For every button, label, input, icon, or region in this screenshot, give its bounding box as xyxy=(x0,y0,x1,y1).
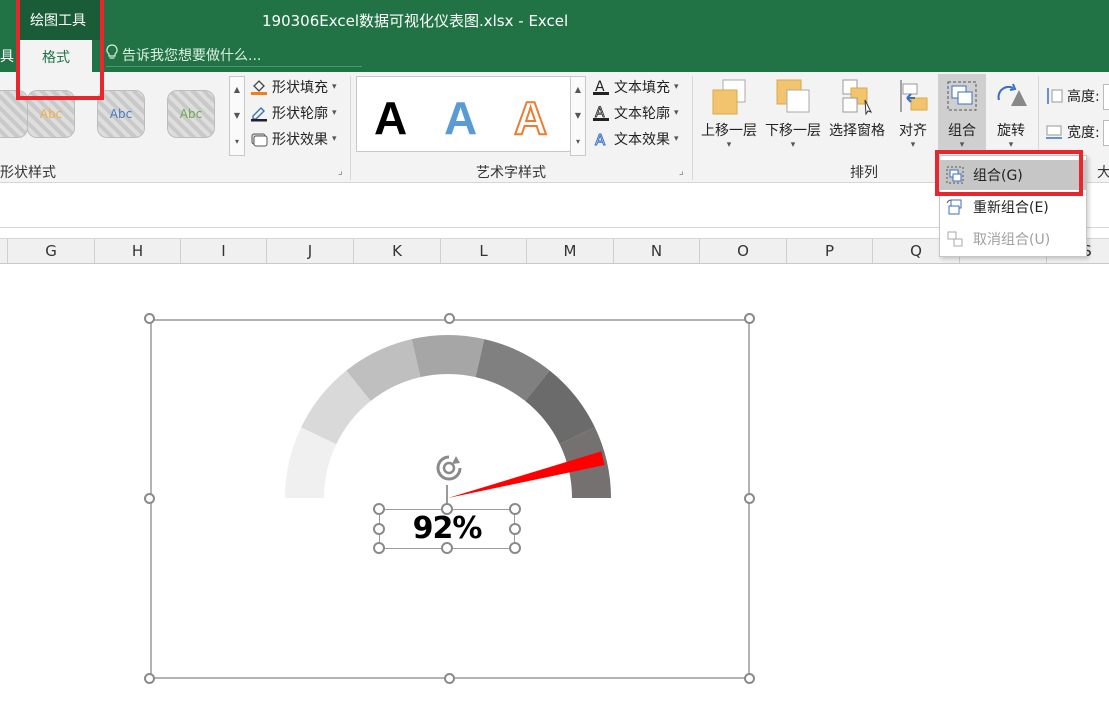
textbox-handle[interactable] xyxy=(509,503,521,515)
tell-me-text: 告诉我您想要做什么... xyxy=(122,48,262,64)
menu-item-regroup[interactable]: 重新组合(E) xyxy=(940,192,1086,222)
shape-effects-button[interactable]: 形状效果 ▾ xyxy=(250,129,337,149)
lightbulb-icon xyxy=(106,44,122,64)
column-header[interactable]: P xyxy=(787,239,873,263)
send-backward-button[interactable]: 下移一层 ▾ xyxy=(761,76,825,150)
shape-effects-icon xyxy=(250,130,268,148)
gallery-more-icon[interactable]: ▾ xyxy=(230,129,244,155)
column-header[interactable]: H xyxy=(95,239,181,263)
column-header[interactable]: N xyxy=(614,239,700,263)
highlight-box-format-tab xyxy=(16,0,104,100)
bring-forward-button[interactable]: 上移一层 ▾ xyxy=(697,76,761,150)
ungroup-icon xyxy=(946,230,964,248)
text-fill-button[interactable]: A 文本填充 ▾ xyxy=(592,77,679,97)
shape-fill-button[interactable]: 形状填充 ▾ xyxy=(250,77,337,97)
textbox-handle[interactable] xyxy=(509,542,521,554)
shape-style-thumb[interactable]: Abc xyxy=(97,90,145,138)
arrange-group-label: 排列 xyxy=(850,165,878,181)
dialog-launcher-icon[interactable]: ⌟ xyxy=(679,166,684,177)
regroup-icon xyxy=(946,198,964,216)
rotate-icon xyxy=(997,83,1027,106)
ribbon-separator xyxy=(692,76,693,180)
text-outline-button[interactable]: A 文本轮廓 ▾ xyxy=(592,103,679,123)
width-field[interactable]: 宽度: xyxy=(1045,122,1100,142)
column-header[interactable]: K xyxy=(354,239,441,263)
highlight-box-group-item xyxy=(935,150,1083,196)
shape-style-thumb[interactable]: Abc xyxy=(167,90,215,138)
selection-pane-icon xyxy=(842,79,872,116)
width-icon xyxy=(1045,123,1063,141)
height-field[interactable]: 高度: xyxy=(1045,86,1100,106)
menu-item-ungroup[interactable]: 取消组合(U) xyxy=(940,224,1086,254)
selection-pane-button[interactable]: 选择窗格 xyxy=(825,76,889,140)
resize-handle[interactable] xyxy=(744,673,755,684)
width-input[interactable] xyxy=(1103,120,1109,146)
wordart-style-blue[interactable]: A xyxy=(444,91,477,145)
scroll-down-icon[interactable]: ▼ xyxy=(571,103,585,129)
gallery-more-icon[interactable]: ▾ xyxy=(571,129,585,155)
paint-bucket-icon xyxy=(250,78,268,96)
shape-styles-group-label: 形状样式 xyxy=(0,165,56,181)
scroll-up-icon[interactable]: ▲ xyxy=(571,77,585,103)
textbox-handle[interactable] xyxy=(441,503,453,515)
textbox-handle[interactable] xyxy=(373,542,385,554)
tab-previous-cut[interactable]: 具 xyxy=(0,46,14,66)
textbox-handle[interactable] xyxy=(373,503,385,515)
resize-handle[interactable] xyxy=(744,313,755,324)
align-button[interactable]: 对齐 ▾ xyxy=(890,76,936,150)
send-backward-icon xyxy=(776,79,810,113)
wordart-style-black[interactable]: A xyxy=(374,91,407,145)
textbox-handle[interactable] xyxy=(373,523,385,535)
dialog-launcher-icon[interactable]: ⌟ xyxy=(338,166,343,177)
wordart-gallery[interactable]: A A A xyxy=(356,76,572,152)
column-header[interactable]: J xyxy=(267,239,354,263)
resize-handle[interactable] xyxy=(144,673,155,684)
scroll-down-icon[interactable]: ▼ xyxy=(230,103,244,129)
svg-text:A: A xyxy=(595,131,606,148)
height-input[interactable] xyxy=(1103,84,1109,110)
resize-handle[interactable] xyxy=(144,313,155,324)
resize-handle[interactable] xyxy=(744,493,755,504)
size-group-label: 大 xyxy=(1097,165,1109,181)
text-outline-icon: A xyxy=(592,104,610,122)
bring-forward-icon xyxy=(712,79,746,115)
tell-me-search[interactable]: 告诉我您想要做什么... xyxy=(106,44,362,67)
gauge-segment xyxy=(411,335,485,378)
column-header[interactable]: L xyxy=(441,239,527,263)
align-icon xyxy=(900,80,928,112)
window-title: 190306Excel数据可视化仪表图.xlsx - Excel xyxy=(262,12,569,30)
wordart-styles-group-label: 艺术字样式 xyxy=(476,165,546,181)
resize-handle[interactable] xyxy=(144,493,155,504)
resize-handle[interactable] xyxy=(444,673,455,684)
text-fill-icon: A xyxy=(592,78,610,96)
group-objects-icon xyxy=(947,81,977,111)
group-button[interactable]: 组合 ▾ xyxy=(938,76,986,150)
column-header-cut[interactable] xyxy=(0,239,8,263)
text-effects-button[interactable]: A 文本效果 ▾ xyxy=(592,129,679,150)
shape-outline-button[interactable]: 形状轮廓 ▾ xyxy=(250,103,337,123)
rotate-handle-icon[interactable] xyxy=(432,452,466,486)
wordart-style-orange-outline[interactable]: A xyxy=(513,91,548,145)
height-icon xyxy=(1045,87,1063,105)
text-effects-icon: A xyxy=(592,130,610,150)
column-header[interactable]: I xyxy=(181,239,267,263)
textbox-handle[interactable] xyxy=(441,542,453,554)
ribbon-separator xyxy=(1038,76,1039,154)
textbox-handle[interactable] xyxy=(509,523,521,535)
wordart-gallery-scroll[interactable]: ▲ ▼ ▾ xyxy=(570,76,586,156)
column-header[interactable]: O xyxy=(700,239,787,263)
rotate-button[interactable]: 旋转 ▾ xyxy=(988,76,1034,150)
scroll-up-icon[interactable]: ▲ xyxy=(230,77,244,103)
column-header[interactable]: G xyxy=(8,239,95,263)
ribbon-separator xyxy=(350,76,351,180)
column-header[interactable]: M xyxy=(527,239,614,263)
shape-styles-gallery-scroll[interactable]: ▲ ▼ ▾ xyxy=(229,76,245,156)
pencil-icon xyxy=(250,104,268,122)
